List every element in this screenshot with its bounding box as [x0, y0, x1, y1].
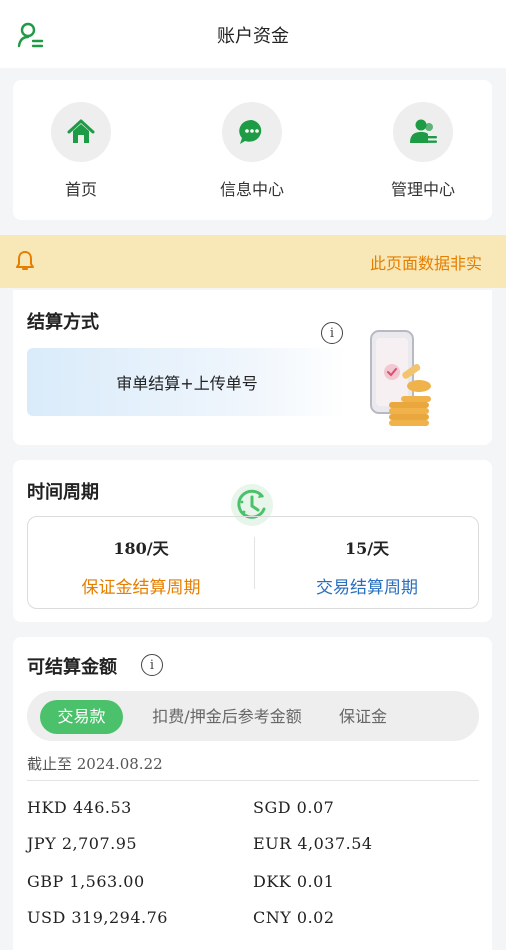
settleable-amount-card: 可结算金额 i 交易款 扣费/押金后参考金额 保证金 截止至 2024.08.2…	[13, 637, 492, 950]
period-box: 180/天 保证金结算周期 15/天 交易结算周期	[27, 516, 479, 609]
users-manage-icon	[410, 119, 437, 143]
currency-row: CNY 0.02	[253, 908, 335, 927]
currency-row: SGD 0.07	[253, 798, 335, 817]
trade-period-label: 交易结算周期	[316, 578, 418, 598]
currency-row: GBP 1,563.00	[27, 872, 145, 891]
currency-row: DKK 0.01	[253, 872, 335, 891]
settlement-title: 结算方式	[27, 312, 99, 333]
nav-message-center[interactable]: 信息中心	[192, 102, 312, 200]
notice-text: 此页面数据非实	[370, 254, 483, 273]
divider	[27, 780, 479, 781]
home-icon	[67, 119, 95, 143]
deposit-period-label: 保证金结算周期	[81, 578, 201, 598]
nav-home[interactable]: 首页	[21, 102, 141, 200]
as-of-date: 截止至 2024.08.22	[27, 755, 163, 773]
top-bar: 账户资金	[0, 0, 506, 68]
amount-tabs: 交易款 扣费/押金后参考金额 保证金	[27, 691, 479, 741]
period-title: 时间周期	[27, 482, 99, 503]
nav-home-label: 首页	[64, 180, 97, 199]
nav-management-label: 管理中心	[390, 180, 455, 199]
trade-period-value: 15/天	[344, 539, 390, 558]
bell-icon	[16, 251, 34, 270]
message-icon	[239, 119, 262, 144]
settlement-card: 结算方式 i 审单结算+上传单号	[13, 290, 492, 445]
trade-period: 15/天 交易结算周期	[254, 535, 480, 598]
period-card: 时间周期 180/天 保证金结算周期 15/天 交易结算周期	[13, 460, 492, 622]
currency-row: HKD 446.53	[27, 798, 132, 817]
currency-row: EUR 4,037.54	[253, 834, 373, 853]
nav-management-center[interactable]: 管理中心	[363, 102, 483, 200]
currency-row: JPY 2,707.95	[27, 834, 138, 853]
page-title: 账户资金	[217, 26, 289, 47]
tab-after-deduction[interactable]: 扣费/押金后参考金额	[139, 700, 315, 734]
info-icon[interactable]: i	[321, 322, 343, 344]
amount-info-icon[interactable]: i	[141, 654, 163, 676]
phone-coins-illustration	[370, 330, 431, 426]
notice-bar: 此页面数据非实	[0, 235, 506, 288]
deposit-period-value: 180/天	[113, 539, 169, 558]
deposit-period: 180/天 保证金结算周期	[28, 535, 254, 598]
quick-nav-card: 首页 信息中心 管理中心	[13, 80, 492, 220]
currency-row: USD 319,294.76	[27, 908, 168, 927]
tab-deposit[interactable]: 保证金	[327, 700, 399, 734]
amount-title: 可结算金额	[27, 657, 117, 678]
nav-message-label: 信息中心	[219, 180, 284, 199]
settlement-method: 审单结算+上传单号	[27, 348, 347, 416]
tab-trade-funds[interactable]: 交易款	[40, 700, 123, 734]
